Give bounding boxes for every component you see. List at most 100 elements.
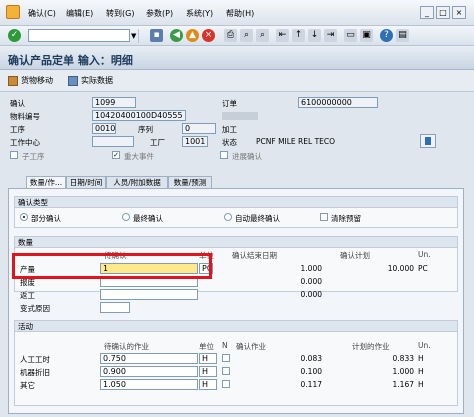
last-page-icon[interactable]: ⇥ — [324, 29, 337, 42]
work-center-label: 工作中心 — [10, 138, 40, 147]
labor-hours-confirmed-value: 0.083 — [300, 354, 322, 363]
enter-check-icon[interactable]: ✓ — [8, 29, 21, 42]
menu-confirm[interactable]: 确认(C) — [28, 8, 56, 19]
find-icon[interactable]: ⌕ — [240, 29, 253, 42]
new-session-icon[interactable]: ▭ — [344, 29, 357, 42]
qty-row-label: 返工 — [20, 291, 35, 300]
labor-hours-n-checkbox[interactable] — [222, 354, 230, 362]
timeline-checkbox[interactable] — [220, 151, 228, 159]
plant-label: 工厂 — [150, 138, 165, 147]
screen-title-bar: 确认产品定单 输入：明细 — [0, 46, 474, 70]
partial-confirm-radio[interactable] — [20, 213, 28, 221]
final-confirm-radio[interactable] — [122, 213, 130, 221]
sub-operation-checkbox[interactable] — [10, 151, 18, 159]
back-icon[interactable]: ◀ — [170, 29, 183, 42]
scrap-confirmed-value: 0.000 — [300, 277, 322, 286]
command-field[interactable] — [28, 29, 130, 42]
qty-col-plan: 确认计划 — [340, 251, 370, 260]
print-icon[interactable]: ⎙ — [224, 29, 237, 42]
milestone-label: 重大事件 — [124, 152, 154, 161]
window-maximize-icon[interactable]: □ — [436, 6, 450, 19]
standard-toolbar: ✓ ▼ ▪ ◀ ▲ × ⎙ ⌕ ⌕ ⇤ ↑ ↓ ⇥ ▭ ▣ ? ▤ — [0, 26, 474, 46]
labor-hours-input[interactable]: 0.750 — [100, 353, 198, 364]
act-col-unit: 单位 — [199, 342, 214, 351]
other-activity-input[interactable]: 1.050 — [100, 379, 198, 390]
order-number-field[interactable]: 6100000000 — [298, 97, 378, 108]
labor-hours-unit-field[interactable]: H — [199, 353, 217, 364]
labor-hours-plan-value: 0.833 — [392, 354, 414, 363]
act-col-confirmed: 确认作业 — [236, 342, 266, 351]
yield-un-value: PC — [418, 264, 428, 273]
menu-help[interactable]: 帮助(H) — [226, 8, 254, 19]
milestone-checkbox[interactable]: ✓ — [112, 151, 120, 159]
work-center-field[interactable] — [92, 136, 134, 147]
other-activity-n-checkbox[interactable] — [222, 380, 230, 388]
tab-date-time[interactable]: 日期/时间 — [66, 176, 106, 188]
window-minimize-icon[interactable]: _ — [420, 6, 434, 19]
other-activity-plan-value: 1.167 — [392, 380, 414, 389]
act-col-to-confirm: 待确认的作业 — [104, 342, 149, 351]
separator — [138, 29, 139, 43]
tab-personnel-additional[interactable]: 人员/附加数据 — [106, 176, 168, 188]
menu-bar: 确认(C) 编辑(E) 转到(G) 参数(P) 系统(Y) 帮助(H) _ □ … — [0, 0, 474, 26]
sub-operation-label: 子工序 — [22, 152, 45, 161]
next-page-icon[interactable]: ↓ — [308, 29, 321, 42]
menu-parameters[interactable]: 参数(P) — [146, 8, 173, 19]
partial-confirm-label: 部分确认 — [31, 214, 61, 223]
activity-row-label: 机器折旧 — [20, 368, 50, 377]
confirm-number-field[interactable]: 1099 — [92, 97, 136, 108]
other-activity-unit-field[interactable]: H — [199, 379, 217, 390]
customize-layout-icon[interactable]: ▤ — [396, 29, 409, 42]
page-title: 确认产品定单 输入：明细 — [8, 54, 133, 67]
tab-quantity-activity[interactable]: 数量/作... — [26, 176, 66, 188]
material-label: 物料编号 — [10, 112, 40, 121]
order-label: 订单 — [222, 99, 237, 108]
help-icon[interactable]: ? — [380, 29, 393, 42]
tab-quantity-forecast[interactable]: 数量/预测 — [168, 176, 212, 188]
cancel-icon[interactable]: × — [202, 29, 215, 42]
activity-group: 活动 — [14, 320, 458, 406]
sap-logo-icon[interactable] — [6, 5, 20, 19]
rework-quantity-input[interactable] — [100, 289, 198, 300]
qty-row-label: 变式原因 — [20, 304, 50, 313]
status-label: 状态 — [222, 138, 237, 147]
sequence-label: 序列 — [138, 125, 153, 134]
goods-movement-icon — [8, 76, 18, 86]
menu-edit[interactable]: 编辑(E) — [66, 8, 93, 19]
info-icon — [425, 137, 431, 145]
machine-depreciation-unit-field[interactable]: H — [199, 366, 217, 377]
exit-icon[interactable]: ▲ — [186, 29, 199, 42]
find-next-icon[interactable]: ⌕ — [256, 29, 269, 42]
machine-depreciation-n-checkbox[interactable] — [222, 367, 230, 375]
final-confirm-label: 最终确认 — [133, 214, 163, 223]
plant-field[interactable]: 1001 — [182, 136, 208, 147]
actual-data-label: 实际数据 — [81, 76, 113, 85]
prev-page-icon[interactable]: ↑ — [292, 29, 305, 42]
yield-confirmed-value: 1.000 — [300, 264, 322, 273]
save-icon[interactable]: ▪ — [150, 29, 163, 42]
first-page-icon[interactable]: ⇤ — [276, 29, 289, 42]
shortcut-icon[interactable]: ▣ — [360, 29, 373, 42]
auto-final-confirm-label: 自动最终确认 — [235, 214, 280, 223]
auto-final-confirm-radio[interactable] — [224, 213, 232, 221]
other-activity-confirmed-value: 0.117 — [300, 380, 322, 389]
menu-goto[interactable]: 转到(G) — [106, 8, 134, 19]
clear-reserve-checkbox[interactable] — [320, 213, 328, 221]
application-toolbar: 货物移动 实际数据 — [0, 70, 474, 92]
machine-depreciation-un-value: H — [418, 367, 424, 376]
status-info-button[interactable] — [420, 134, 436, 148]
activity-row-label: 其它 — [20, 381, 35, 390]
timeline-label: 进展确认 — [232, 152, 262, 161]
machine-depreciation-plan-value: 1.000 — [392, 367, 414, 376]
menu-system[interactable]: 系统(Y) — [186, 8, 213, 19]
machine-depreciation-input[interactable]: 0.900 — [100, 366, 198, 377]
variance-reason-input[interactable] — [100, 302, 130, 313]
window-close-icon[interactable]: × — [452, 6, 466, 19]
activity-row-label: 人工工时 — [20, 355, 50, 364]
command-field-dropdown-icon[interactable]: ▼ — [131, 32, 136, 40]
qty-col-un: Un. — [418, 250, 431, 259]
rework-confirmed-value: 0.000 — [300, 290, 322, 299]
material-number-field[interactable]: 10420400100D40555 — [92, 110, 186, 121]
operation-field[interactable]: 0010 — [92, 123, 116, 134]
sequence-field[interactable]: 0 — [182, 123, 216, 134]
